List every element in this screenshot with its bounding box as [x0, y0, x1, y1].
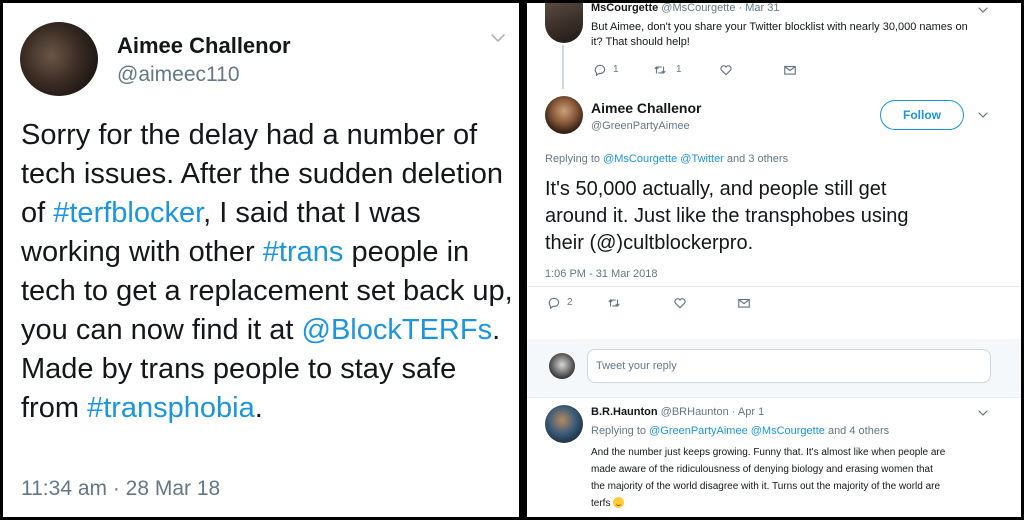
- replying-label: Replying to: [545, 153, 604, 165]
- avatar[interactable]: [545, 96, 583, 134]
- hashtag-link[interactable]: #transphobia: [87, 392, 255, 424]
- replying-to: Replying to @MsCourgette @Twitter and 3 …: [545, 153, 788, 165]
- author-name[interactable]: MsCourgette: [591, 2, 658, 14]
- replying-to: Replying to @GreenPartyAimee @MsCourgett…: [591, 425, 889, 437]
- tweet-text: it? That should help!: [591, 36, 690, 48]
- tweet-text: their (@)cultblockerpro.: [545, 232, 754, 254]
- tweet-text: terfs: [591, 498, 611, 509]
- mention-link[interactable]: @GreenPartyAimee @MsCourgette: [649, 425, 825, 437]
- grin-emoji-icon: [613, 497, 625, 508]
- tweet-text: .: [254, 392, 263, 424]
- avatar[interactable]: [545, 405, 583, 443]
- author-handle[interactable]: @aimeec110: [117, 63, 240, 87]
- tweet-date[interactable]: · Mar 31: [739, 2, 780, 14]
- dm-icon[interactable]: [783, 63, 797, 77]
- timestamp[interactable]: 11:34 am · 28 Mar 18: [21, 477, 220, 501]
- like-icon[interactable]: [719, 63, 733, 77]
- tweet-text: It's 50,000 actually, and people still g…: [545, 178, 887, 200]
- mention-link[interactable]: @BlockTERFs: [302, 314, 493, 346]
- replying-label: Replying to: [591, 425, 650, 437]
- tweet-date[interactable]: · Apr 1: [732, 406, 764, 418]
- reply-icon[interactable]: [593, 63, 607, 77]
- chevron-down-icon[interactable]: [489, 29, 507, 47]
- tweet-text: made aware of the ridiculousness of deny…: [591, 464, 933, 475]
- tweet-text-last-line: terfs: [591, 495, 945, 512]
- hashtag-link[interactable]: #terfblocker: [53, 197, 203, 229]
- parent-tweet-header: MsCourgette @MsCourgette · Mar 31: [591, 2, 779, 14]
- author-handle[interactable]: @GreenPartyAimee: [591, 120, 690, 132]
- divider: [527, 397, 1021, 398]
- reply-count: 1: [613, 64, 619, 75]
- chevron-down-icon[interactable]: [977, 407, 989, 419]
- author-name[interactable]: B.R.Haunton: [591, 406, 658, 418]
- tweet-text: around it. Just like the transphobes usi…: [545, 205, 909, 227]
- reply-tweet-header: B.R.Haunton @BRHaunton · Apr 1: [591, 406, 764, 418]
- mention-link[interactable]: @MsCourgette @Twitter: [603, 153, 724, 165]
- tweet-text: And the number just keeps growing. Funny…: [591, 447, 946, 458]
- avatar[interactable]: [20, 22, 98, 96]
- author-name[interactable]: Aimee Challenor: [117, 33, 291, 59]
- dm-icon[interactable]: [737, 296, 751, 310]
- tweet-text: But Aimee, don't you share your Twitter …: [591, 21, 968, 33]
- tweet-body: It's 50,000 actually, and people still g…: [545, 176, 909, 257]
- reply-input[interactable]: Tweet your reply: [587, 349, 991, 383]
- author-handle[interactable]: @BRHaunton: [661, 406, 729, 418]
- reply-icon[interactable]: [547, 296, 561, 310]
- retweet-icon[interactable]: [653, 63, 667, 77]
- tweet-body: And the number just keeps growing. Funny…: [591, 444, 945, 512]
- retweet-icon[interactable]: [607, 296, 621, 310]
- left-tweet-panel: Aimee Challenor @aimeec110 Sorry for the…: [3, 3, 519, 517]
- replying-others[interactable]: and 4 others: [825, 425, 889, 437]
- author-name[interactable]: Aimee Challenor: [591, 100, 701, 116]
- reply-count: 2: [567, 297, 573, 308]
- retweet-count: 1: [676, 64, 682, 75]
- thread-connector: [562, 45, 564, 89]
- like-icon[interactable]: [673, 296, 687, 310]
- divider: [527, 286, 1021, 287]
- follow-button[interactable]: Follow: [880, 100, 964, 130]
- avatar[interactable]: [545, 3, 583, 43]
- tweet-body: Sorry for the delay had a number of tech…: [21, 116, 516, 428]
- tweet-text: the majority of the world disagree with …: [591, 481, 941, 492]
- right-thread-panel: MsCourgette @MsCourgette · Mar 31 But Ai…: [527, 2, 1021, 517]
- replying-others[interactable]: and 3 others: [724, 153, 788, 165]
- chevron-down-icon[interactable]: [977, 109, 989, 121]
- hashtag-link[interactable]: #trans: [263, 236, 344, 268]
- avatar: [549, 353, 575, 379]
- timestamp[interactable]: 1:06 PM - 31 Mar 2018: [545, 268, 658, 280]
- author-handle[interactable]: @MsCourgette: [661, 2, 735, 14]
- tweet-body: But Aimee, don't you share your Twitter …: [591, 20, 968, 50]
- chevron-down-icon[interactable]: [977, 4, 989, 16]
